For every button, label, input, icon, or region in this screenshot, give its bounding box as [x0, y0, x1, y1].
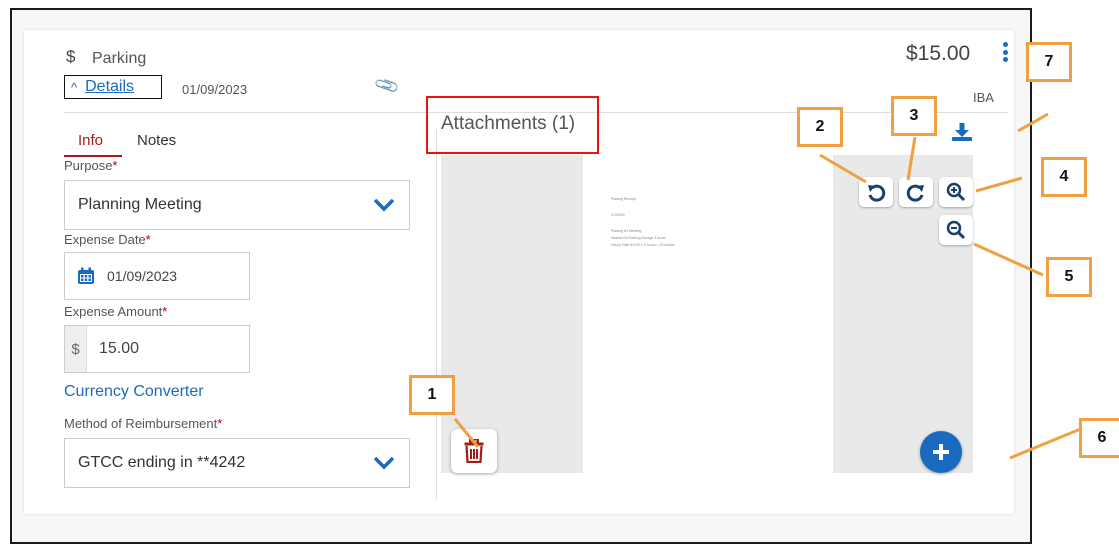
calendar-icon[interactable] [77, 267, 95, 285]
callout-7: 7 [1026, 42, 1072, 82]
expense-amount-label: Expense Amount* [64, 304, 168, 319]
callout-5: 5 [1046, 257, 1092, 297]
plus-icon [933, 444, 949, 460]
zoom-out-icon [946, 220, 966, 240]
org-code: IBA [973, 90, 994, 105]
expense-total-amount: $15.00 [906, 42, 971, 65]
expense-date-value: 01/09/2023 [107, 268, 178, 284]
chevron-down-icon [373, 456, 395, 470]
doc-line: 01/09/23 [611, 213, 625, 217]
panel-divider [436, 130, 437, 500]
purpose-value: Planning Meeting [78, 196, 202, 213]
add-attachment-button[interactable] [920, 431, 962, 473]
currency-converter-link[interactable]: Currency Converter [64, 383, 204, 401]
reimbursement-select[interactable]: GTCC ending in **4242 [64, 438, 410, 488]
rotate-left-button[interactable] [859, 177, 893, 207]
kebab-icon[interactable] [1002, 42, 1008, 62]
dollar-icon: $ [66, 47, 76, 66]
delete-attachment-button[interactable] [451, 429, 497, 473]
chevron-up-icon: ^ [71, 79, 78, 95]
currency-symbol: $ [65, 326, 87, 372]
expense-category: Parking [92, 50, 147, 67]
reimbursement-label: Method of Reimbursement* [64, 416, 223, 431]
tab-notes[interactable]: Notes [137, 132, 176, 149]
details-label: Details [85, 78, 135, 95]
chevron-down-icon [373, 198, 395, 212]
expense-header-date: 01/09/2023 [182, 82, 248, 97]
tab-info[interactable]: Info [78, 132, 103, 149]
reimbursement-value: GTCC ending in **4242 [78, 454, 246, 471]
zoom-in-icon [946, 182, 966, 202]
callout-4: 4 [1041, 157, 1087, 197]
tab-info-underline [64, 155, 122, 157]
doc-line: Parking Receipt [611, 197, 636, 201]
zoom-out-button[interactable] [939, 215, 973, 245]
rotate-left-icon [868, 184, 886, 202]
doc-line: Atlanta GA Parking Garage 3 hours [611, 236, 666, 240]
doc-line: Parking for Meeting [611, 229, 642, 233]
callout-2: 2 [797, 107, 843, 147]
callout-6: 6 [1079, 418, 1119, 458]
download-icon[interactable] [951, 123, 973, 141]
doc-line: Hourly Rate $ 5.00 x 3 hours = 15 dollar… [611, 243, 675, 247]
expense-date-field[interactable]: 01/09/2023 [64, 252, 250, 300]
callout-3: 3 [891, 96, 937, 136]
attachment-page: Parking Receipt 01/09/23 Parking for Mee… [583, 155, 833, 473]
details-toggle-button[interactable]: ^ Details [64, 75, 162, 99]
rotate-right-icon [906, 184, 924, 202]
expense-date-label: Expense Date* [64, 232, 151, 247]
paperclip-icon: 📎 [373, 72, 402, 100]
rotate-right-button[interactable] [899, 177, 933, 207]
attachments-title: Attachments (1) [441, 113, 576, 134]
trash-icon [464, 439, 484, 463]
zoom-in-button[interactable] [939, 177, 973, 207]
purpose-select[interactable]: Planning Meeting [64, 180, 410, 230]
expense-amount-field[interactable]: $ 15.00 [64, 325, 250, 373]
purpose-label: Purpose* [64, 158, 118, 173]
expense-amount-value: 15.00 [99, 340, 140, 357]
callout-1: 1 [409, 375, 455, 415]
